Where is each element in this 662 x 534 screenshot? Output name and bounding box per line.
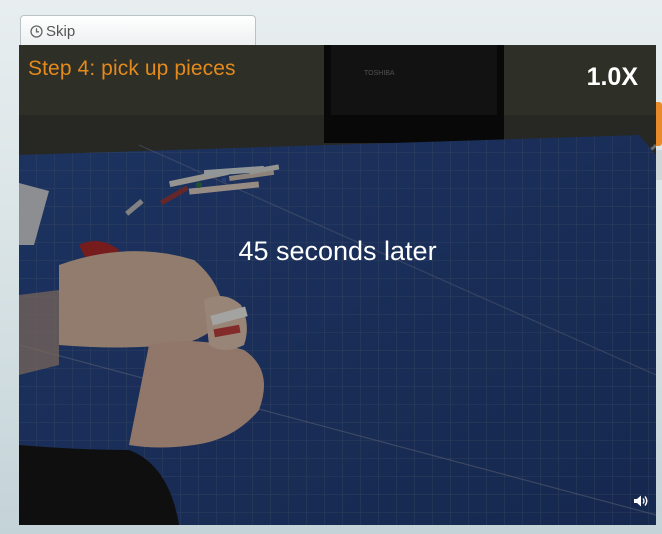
video-dim-overlay — [19, 45, 656, 525]
side-panel-edge — [656, 102, 662, 146]
step-title: Step 4: pick up pieces — [28, 57, 236, 80]
video-player[interactable]: TOSHIBA Step 4: pick up pieces 1.0X 45 s… — [19, 45, 656, 525]
side-panel-edge-light — [656, 150, 662, 180]
time-skip-caption: 45 seconds later — [238, 236, 437, 266]
skip-button[interactable]: Skip — [20, 15, 256, 47]
clock-icon — [30, 25, 43, 38]
skip-label: Skip — [46, 23, 76, 40]
speaker-icon[interactable] — [633, 494, 649, 508]
playback-speed[interactable]: 1.0X — [587, 63, 638, 92]
